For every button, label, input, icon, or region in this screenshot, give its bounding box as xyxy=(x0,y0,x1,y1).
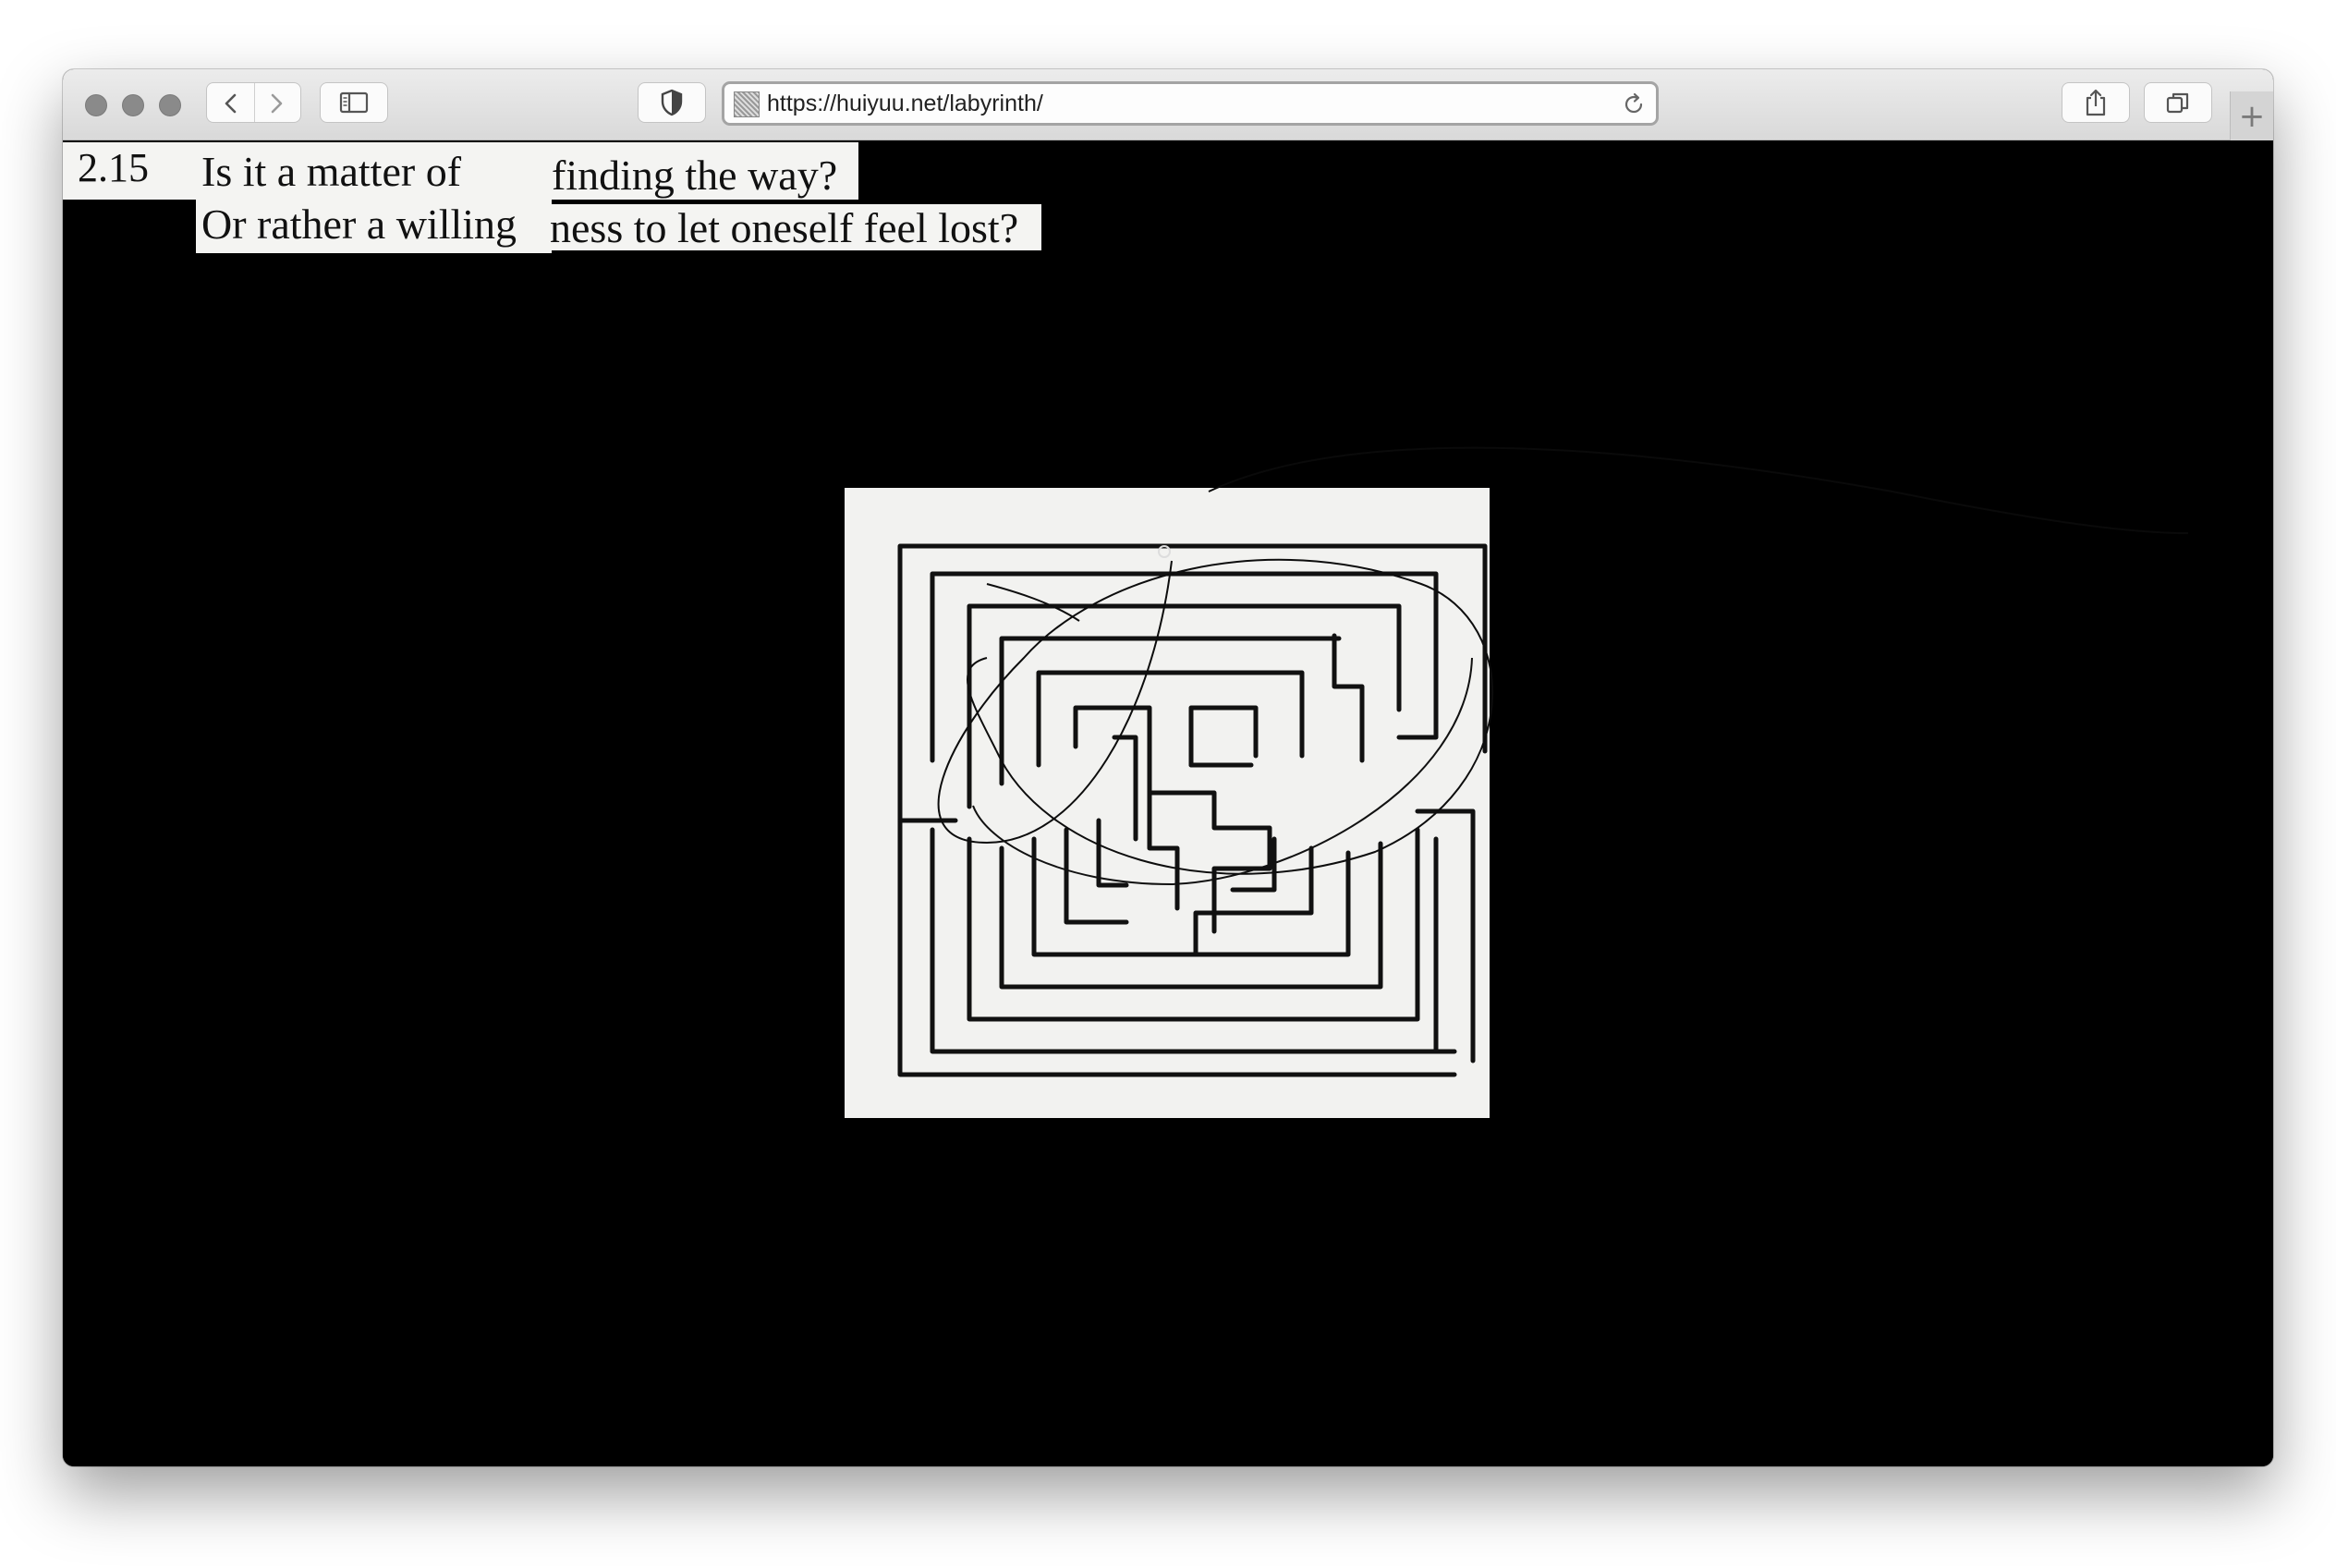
page-number-clipping: 2.15 xyxy=(63,142,201,200)
zoom-window-button[interactable] xyxy=(159,94,181,116)
share-button[interactable] xyxy=(2062,82,2130,123)
labyrinth-image xyxy=(845,488,1490,1118)
close-window-button[interactable] xyxy=(85,94,107,116)
share-icon xyxy=(2084,88,2108,117)
back-forward-group xyxy=(206,82,301,123)
browser-window: https://huiyuu.net/labyrinth/ + 2.15 Is … xyxy=(63,69,2273,1466)
segment-divider xyxy=(253,83,255,122)
text-line-2a: Or rather a willing xyxy=(201,201,517,248)
reload-icon[interactable] xyxy=(1621,91,1647,122)
new-tab-button[interactable]: + xyxy=(2230,91,2273,140)
minimize-window-button[interactable] xyxy=(122,94,144,116)
address-bar[interactable]: https://huiyuu.net/labyrinth/ xyxy=(722,81,1659,126)
sidebar-icon xyxy=(339,91,369,114)
text-line-2b: ness to let oneself feel lost? xyxy=(550,204,1019,251)
tabs-overview-icon xyxy=(2165,90,2191,115)
address-url: https://huiyuu.net/labyrinth/ xyxy=(767,91,1043,116)
text-line-1a: Is it a matter of xyxy=(201,148,462,195)
labyrinth-drawing xyxy=(897,543,1488,1077)
privacy-report-button[interactable] xyxy=(638,82,706,123)
text-clipping-3: Or rather a willing xyxy=(196,200,552,253)
text-line-1b: finding the way? xyxy=(552,152,838,199)
site-favicon-icon xyxy=(734,91,760,117)
tab-overview-button[interactable] xyxy=(2144,82,2212,123)
shield-icon xyxy=(660,89,684,116)
chevron-left-icon[interactable] xyxy=(222,92,240,115)
text-clipping-4: ness to let oneself feel lost? xyxy=(550,204,1041,250)
browser-toolbar: https://huiyuu.net/labyrinth/ + xyxy=(63,69,2273,140)
page-number: 2.15 xyxy=(78,145,149,190)
sidebar-button[interactable] xyxy=(320,82,388,123)
text-clipping-2: finding the way? xyxy=(552,142,858,200)
chevron-right-icon[interactable] xyxy=(267,92,286,115)
text-clipping-1: Is it a matter of xyxy=(196,142,552,200)
page-content: 2.15 Is it a matter of finding the way? … xyxy=(63,140,2273,1466)
